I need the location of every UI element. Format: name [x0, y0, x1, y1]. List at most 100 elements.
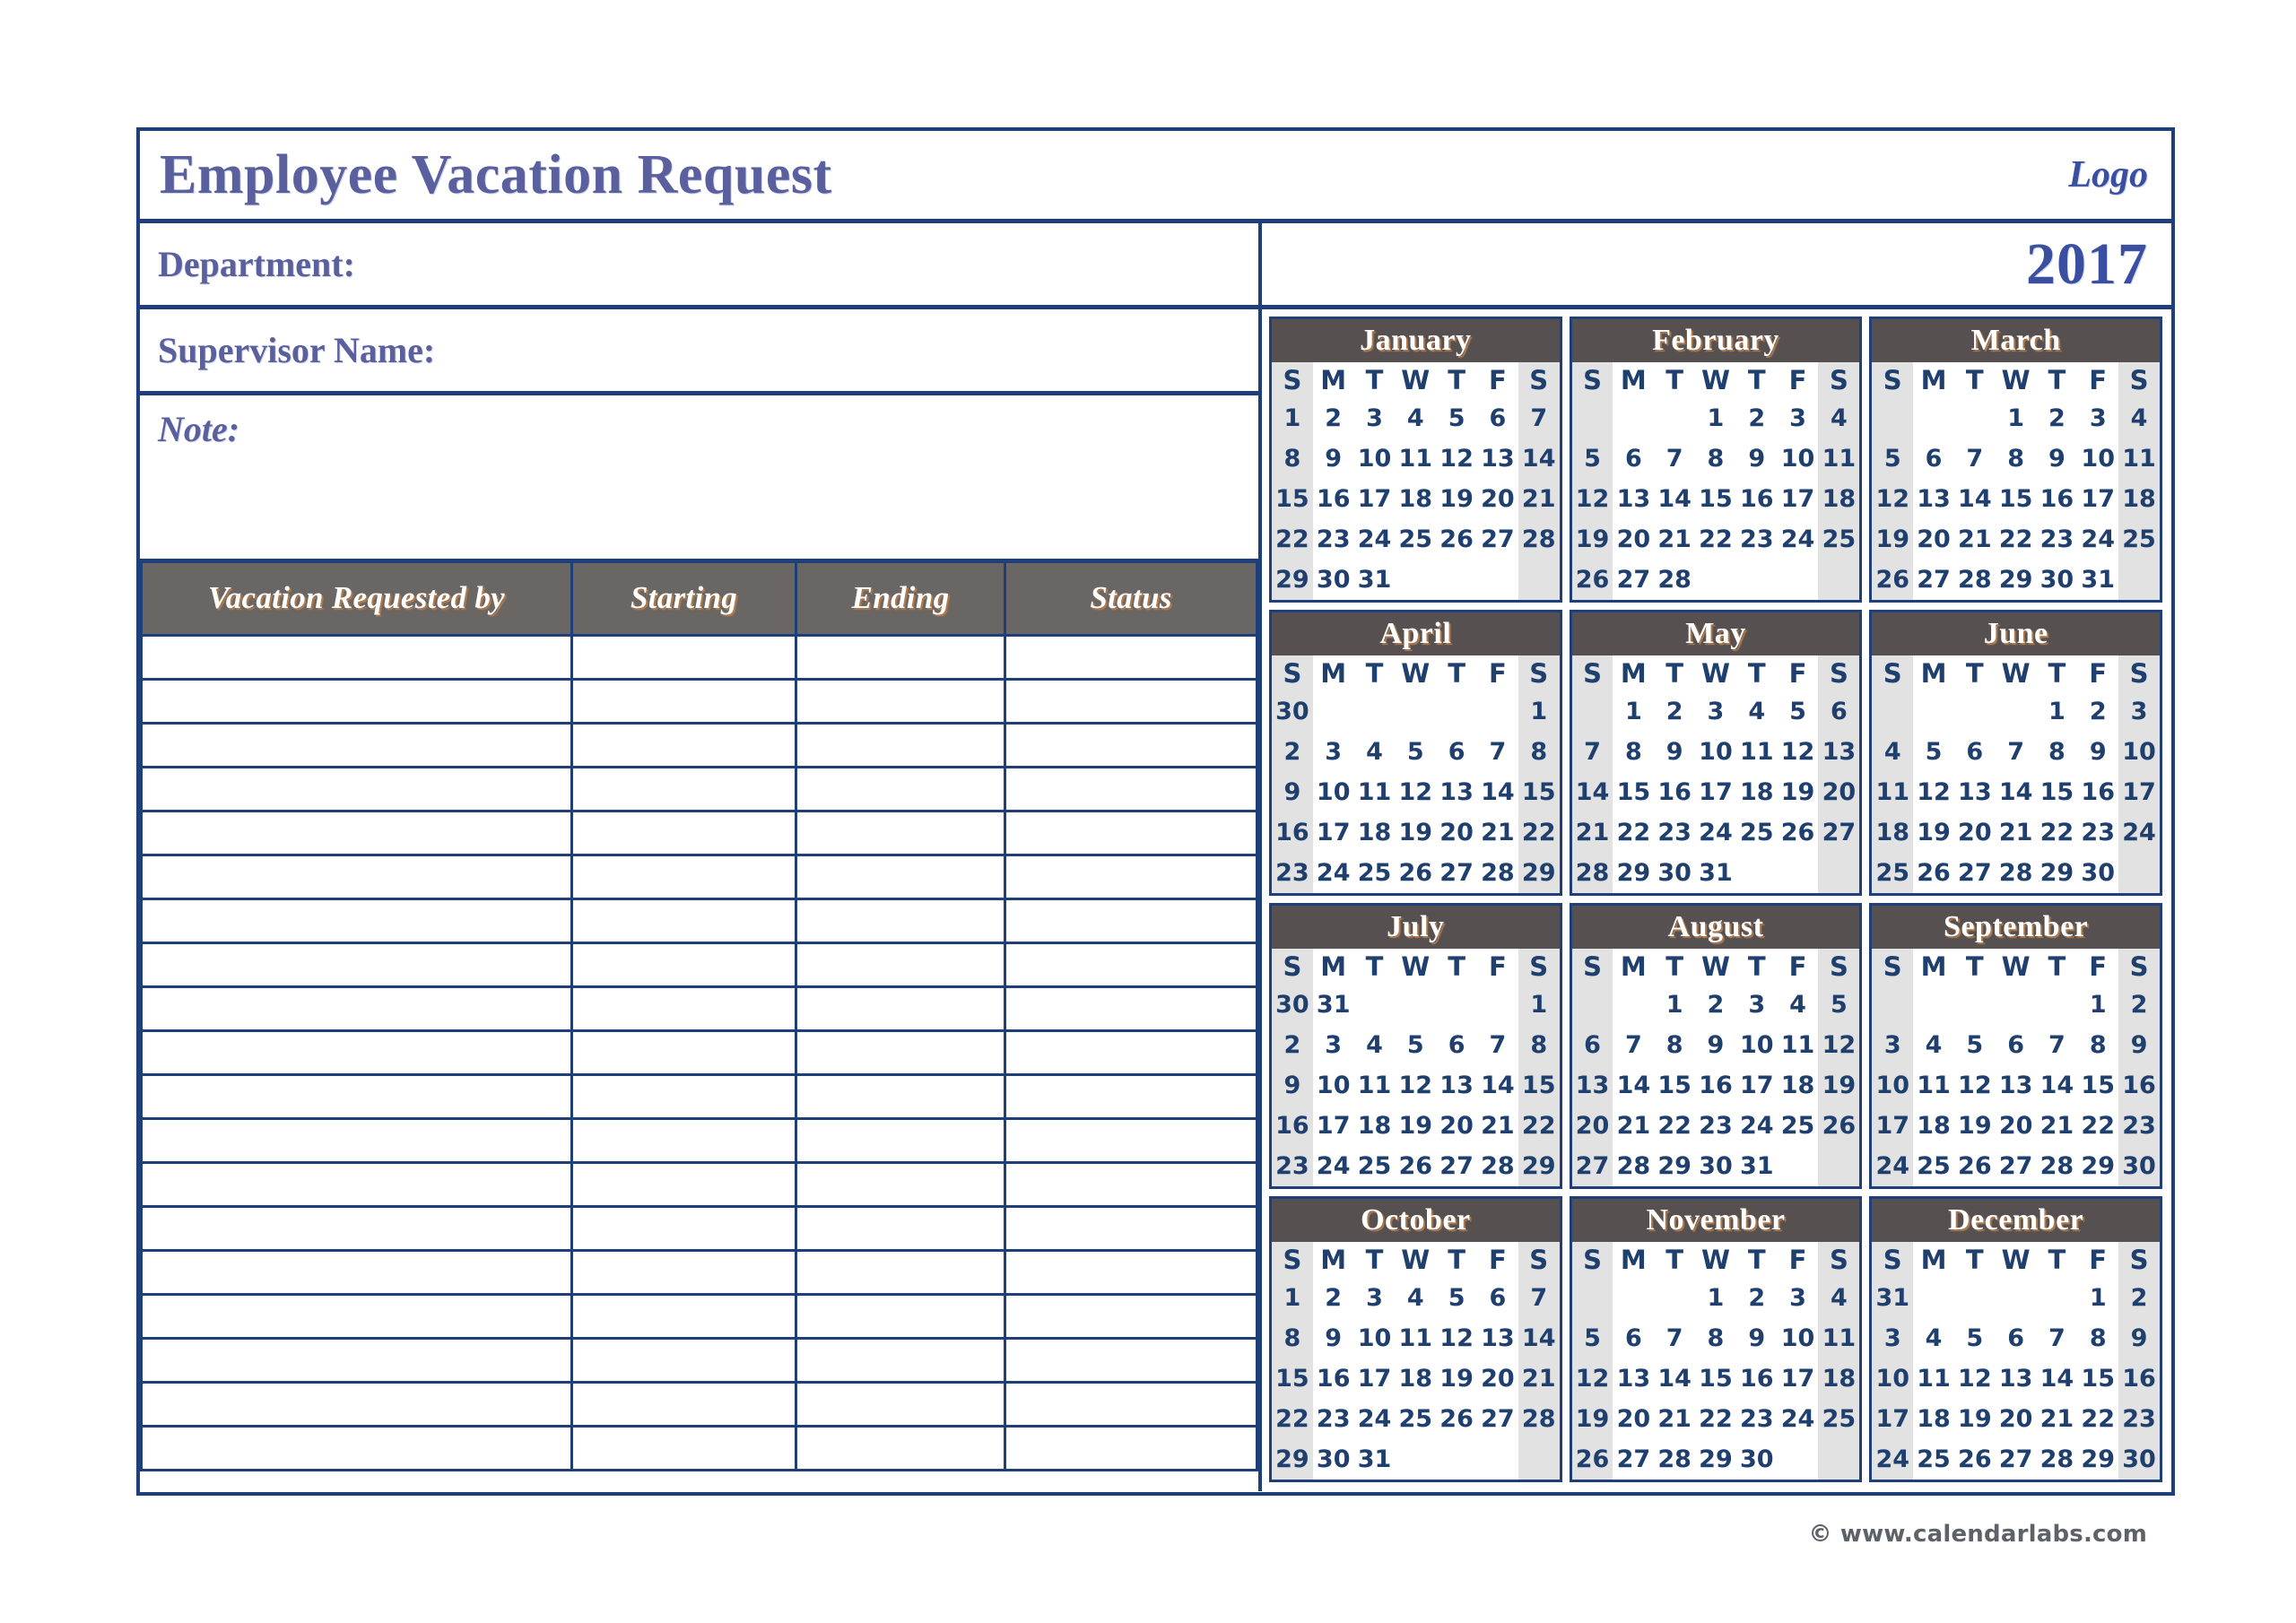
day-cell[interactable]: 26: [1872, 560, 1914, 600]
day-cell[interactable]: 21: [2037, 1106, 2078, 1146]
table-cell-r5-c3[interactable]: [1004, 853, 1258, 900]
day-cell[interactable]: 3: [1736, 985, 1778, 1025]
table-cell-r12-c1[interactable]: [570, 1160, 797, 1208]
day-cell[interactable]: 14: [2037, 1065, 2078, 1106]
day-cell[interactable]: 14: [1518, 438, 1560, 479]
day-cell[interactable]: 1: [1996, 398, 2037, 438]
day-cell[interactable]: 3: [1778, 1278, 1819, 1318]
day-cell[interactable]: 19: [1571, 519, 1613, 560]
day-cell[interactable]: 2: [2037, 398, 2078, 438]
day-cell[interactable]: 20: [1436, 812, 1477, 853]
day-cell[interactable]: 31: [1313, 985, 1354, 1025]
day-cell[interactable]: 24: [1313, 853, 1354, 893]
table-cell-r3-c2[interactable]: [795, 765, 1006, 812]
day-cell[interactable]: 13: [1613, 479, 1654, 519]
day-cell[interactable]: 16: [2077, 772, 2118, 812]
day-cell[interactable]: 15: [2037, 772, 2078, 812]
day-cell[interactable]: 19: [1778, 772, 1819, 812]
day-cell[interactable]: 9: [2077, 732, 2118, 772]
day-cell[interactable]: 22: [2077, 1106, 2118, 1146]
day-cell[interactable]: 7: [1518, 1278, 1560, 1318]
day-cell[interactable]: 28: [1477, 853, 1518, 893]
day-cell[interactable]: 11: [1354, 772, 1396, 812]
day-cell[interactable]: 24: [1872, 1146, 1914, 1186]
day-cell[interactable]: 26: [1571, 1439, 1613, 1480]
day-cell[interactable]: 24: [1778, 1399, 1819, 1439]
day-cell[interactable]: 6: [1613, 438, 1654, 479]
day-cell[interactable]: 15: [2077, 1065, 2118, 1106]
day-cell[interactable]: 25: [2118, 519, 2160, 560]
day-cell[interactable]: 30: [1695, 1146, 1736, 1186]
day-cell[interactable]: 31: [1354, 1439, 1396, 1480]
day-cell[interactable]: 14: [1477, 1065, 1518, 1106]
day-cell[interactable]: 16: [1313, 1358, 1354, 1399]
day-cell[interactable]: 17: [1354, 1358, 1396, 1399]
day-cell[interactable]: 10: [1354, 438, 1396, 479]
table-cell-r9-c2[interactable]: [795, 1028, 1006, 1076]
table-cell-r1-c0[interactable]: [140, 677, 573, 725]
table-cell-r17-c1[interactable]: [570, 1380, 797, 1428]
day-cell[interactable]: 11: [1395, 438, 1436, 479]
table-cell-r13-c3[interactable]: [1004, 1204, 1258, 1252]
day-cell[interactable]: 17: [1354, 479, 1396, 519]
day-cell[interactable]: 6: [1996, 1318, 2037, 1358]
day-cell[interactable]: 8: [1695, 1318, 1736, 1358]
day-cell[interactable]: 12: [1872, 479, 1914, 519]
day-cell[interactable]: 12: [1395, 1065, 1436, 1106]
day-cell[interactable]: 13: [1571, 1065, 1613, 1106]
day-cell[interactable]: 18: [1395, 1358, 1436, 1399]
day-cell[interactable]: 1: [1613, 691, 1654, 732]
day-cell[interactable]: 23: [1695, 1106, 1736, 1146]
day-cell[interactable]: 23: [1313, 1399, 1354, 1439]
day-cell[interactable]: 30: [1272, 691, 1313, 732]
table-cell-r13-c2[interactable]: [795, 1204, 1006, 1252]
day-cell[interactable]: 26: [1395, 853, 1436, 893]
day-cell[interactable]: 27: [1818, 812, 1860, 853]
day-cell[interactable]: 3: [2077, 398, 2118, 438]
day-cell[interactable]: 24: [1778, 519, 1819, 560]
day-cell[interactable]: 18: [1354, 1106, 1396, 1146]
day-cell[interactable]: 16: [1654, 772, 1695, 812]
day-cell[interactable]: 11: [1913, 1065, 1954, 1106]
day-cell[interactable]: 3: [1313, 732, 1354, 772]
day-cell[interactable]: 22: [2037, 812, 2078, 853]
day-cell[interactable]: 15: [1272, 479, 1313, 519]
day-cell[interactable]: 29: [2077, 1146, 2118, 1186]
day-cell[interactable]: 20: [1613, 519, 1654, 560]
table-cell-r11-c0[interactable]: [140, 1116, 573, 1164]
day-cell[interactable]: 27: [1477, 1399, 1518, 1439]
table-cell-r15-c1[interactable]: [570, 1292, 797, 1340]
day-cell[interactable]: 23: [1736, 1399, 1778, 1439]
table-cell-r9-c3[interactable]: [1004, 1028, 1258, 1076]
day-cell[interactable]: 29: [1996, 560, 2037, 600]
day-cell[interactable]: 16: [2118, 1065, 2160, 1106]
day-cell[interactable]: 2: [1313, 1278, 1354, 1318]
day-cell[interactable]: 15: [1518, 1065, 1560, 1106]
table-cell-r2-c3[interactable]: [1004, 721, 1258, 768]
day-cell[interactable]: 28: [1954, 560, 1996, 600]
day-cell[interactable]: 5: [1395, 732, 1436, 772]
day-cell[interactable]: 10: [1695, 732, 1736, 772]
table-cell-r15-c2[interactable]: [795, 1292, 1006, 1340]
day-cell[interactable]: 25: [1778, 1106, 1819, 1146]
day-cell[interactable]: 5: [1818, 985, 1860, 1025]
table-cell-r3-c1[interactable]: [570, 765, 797, 812]
table-cell-r7-c3[interactable]: [1004, 941, 1258, 988]
day-cell[interactable]: 20: [1613, 1399, 1654, 1439]
day-cell[interactable]: 25: [1872, 853, 1914, 893]
day-cell[interactable]: 25: [1818, 519, 1860, 560]
day-cell[interactable]: 30: [1313, 560, 1354, 600]
day-cell[interactable]: 27: [1477, 519, 1518, 560]
day-cell[interactable]: 16: [1736, 479, 1778, 519]
day-cell[interactable]: 25: [1736, 812, 1778, 853]
table-cell-r2-c0[interactable]: [140, 721, 573, 768]
table-cell-r8-c0[interactable]: [140, 985, 573, 1032]
day-cell[interactable]: 17: [2118, 772, 2160, 812]
day-cell[interactable]: 2: [1313, 398, 1354, 438]
day-cell[interactable]: 17: [1778, 479, 1819, 519]
table-cell-r5-c1[interactable]: [570, 853, 797, 900]
day-cell[interactable]: 2: [2118, 985, 2160, 1025]
table-cell-r10-c3[interactable]: [1004, 1072, 1258, 1120]
day-cell[interactable]: 4: [1354, 1025, 1396, 1065]
day-cell[interactable]: 23: [1654, 812, 1695, 853]
